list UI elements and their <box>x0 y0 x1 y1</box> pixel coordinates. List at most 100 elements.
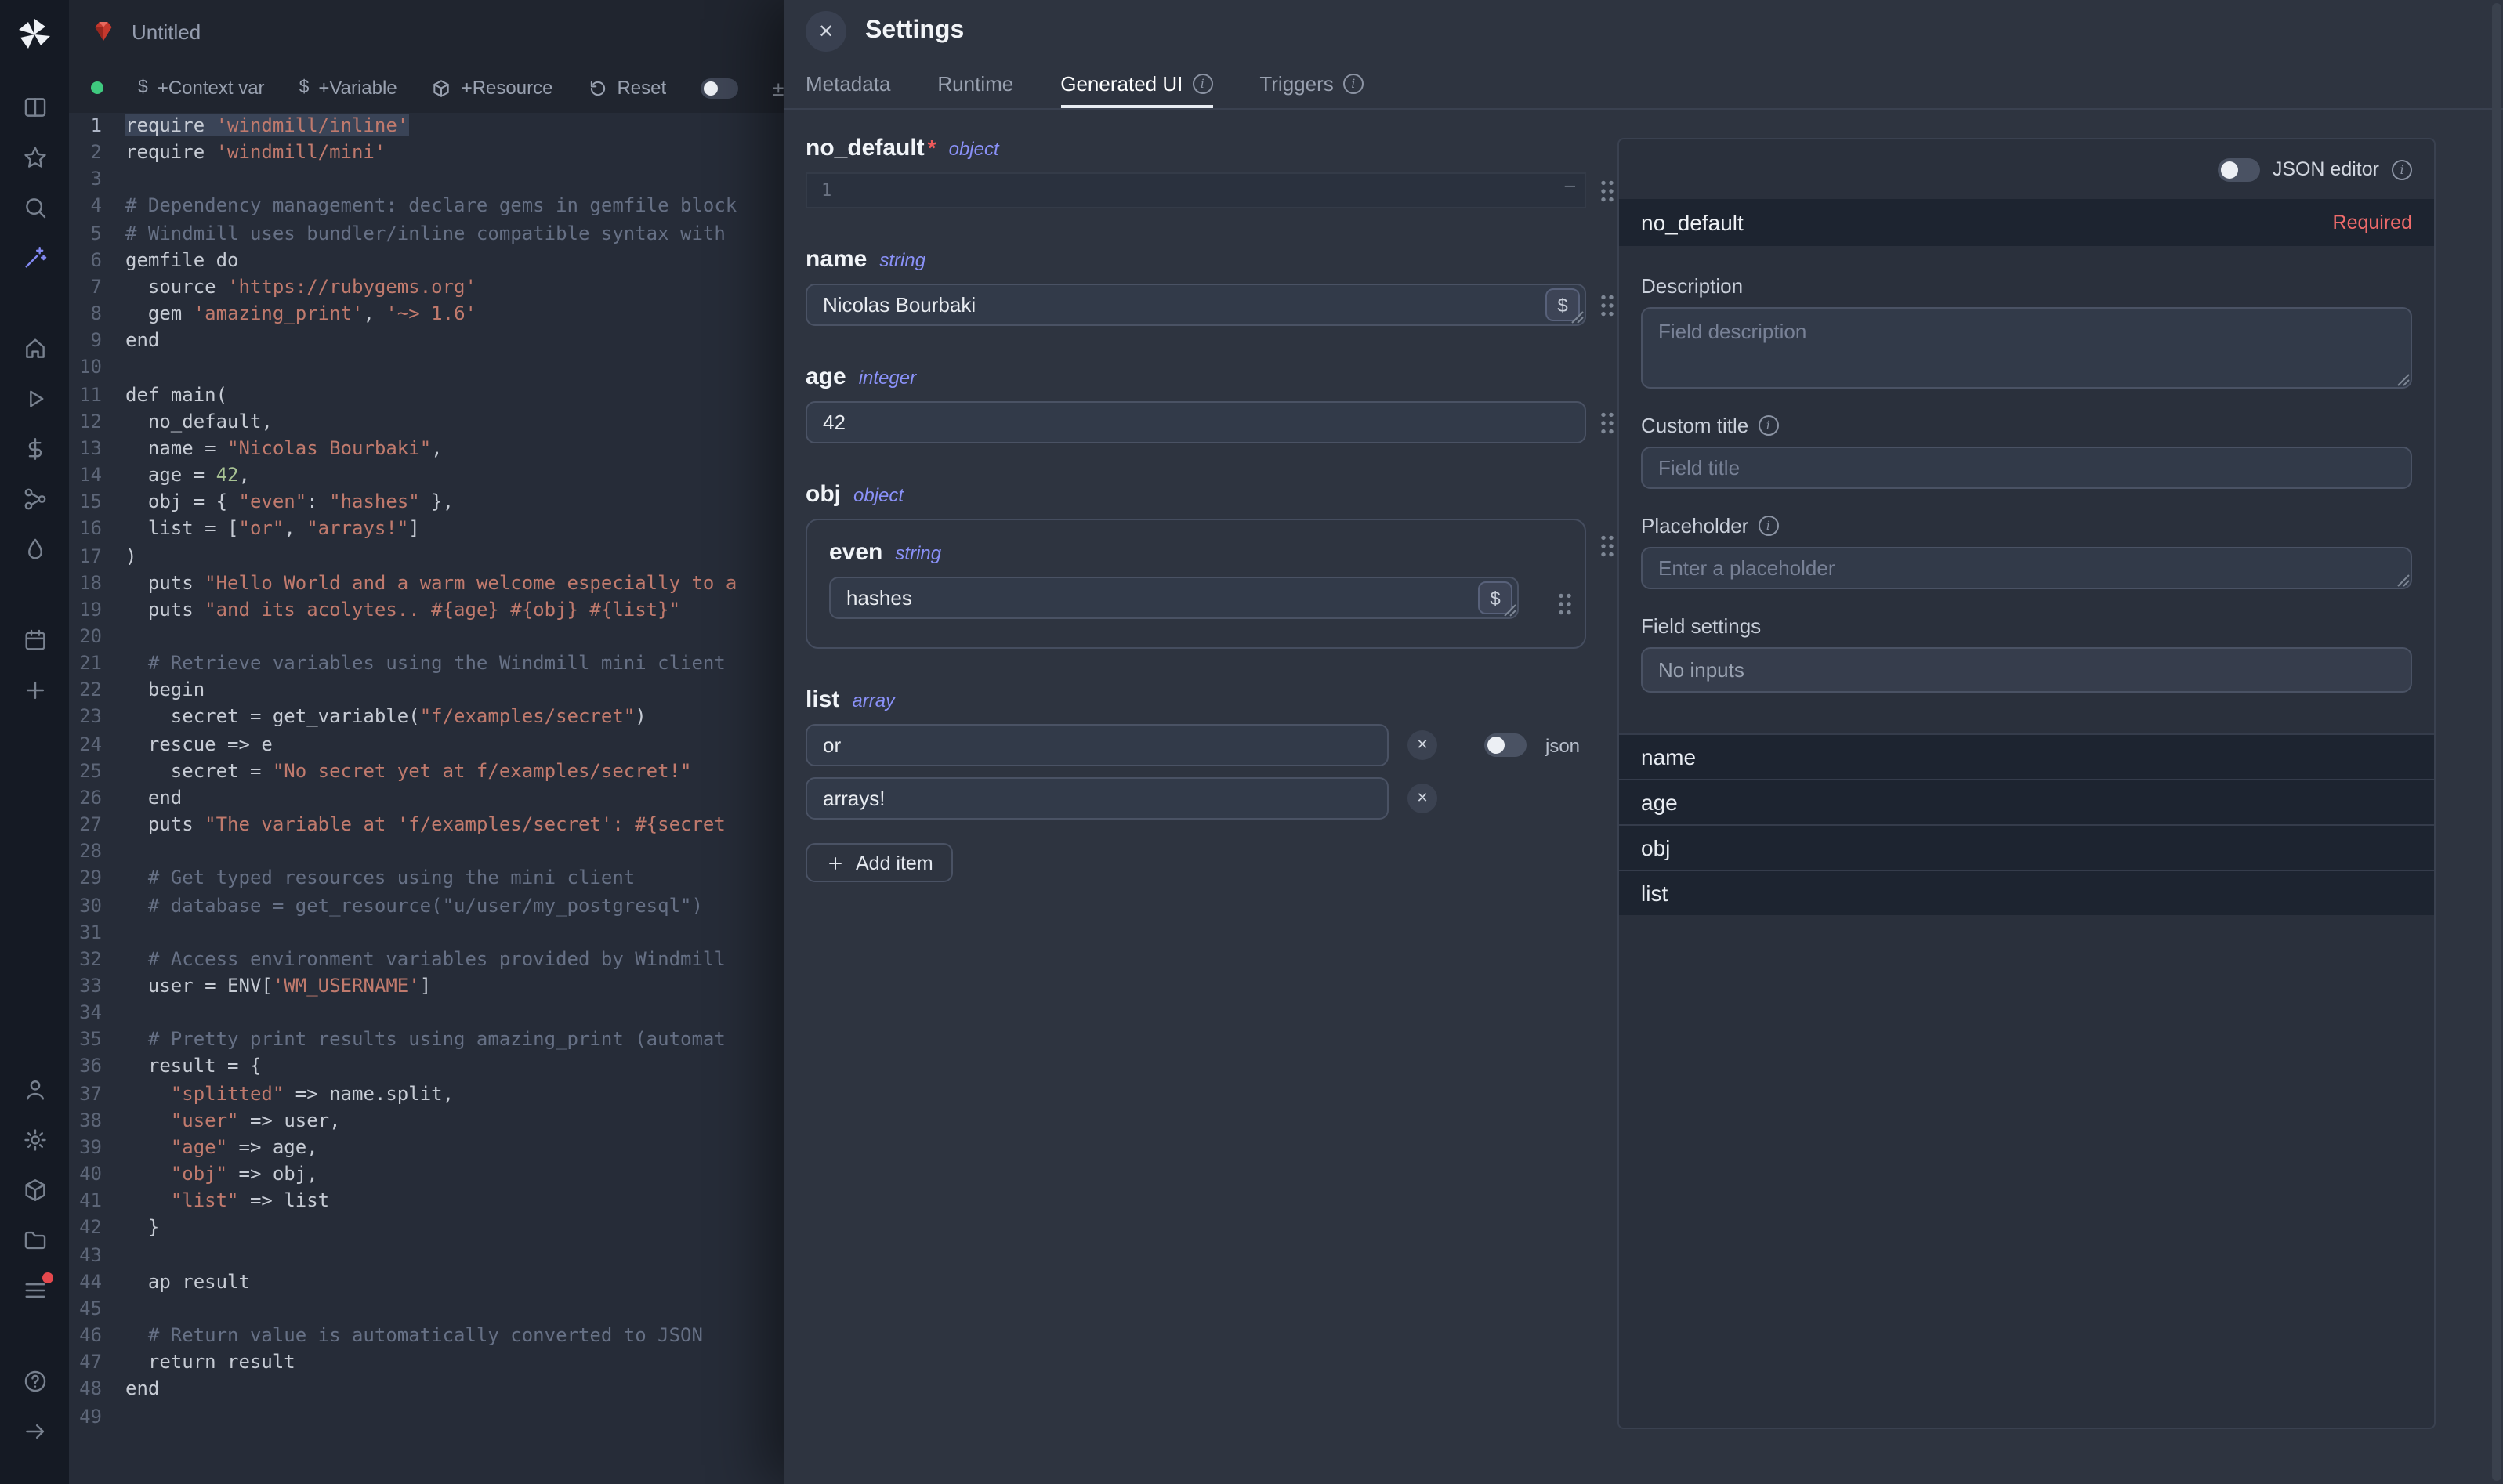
remove-item-button[interactable]: ✕ <box>1407 730 1437 760</box>
package-icon[interactable] <box>0 1164 69 1214</box>
json-mode-toggle[interactable] <box>1484 733 1527 757</box>
list-item-input[interactable] <box>806 777 1389 820</box>
info-icon[interactable]: i <box>1758 516 1778 536</box>
code-text: gemfile do <box>125 248 239 274</box>
code-text: source 'https://rubygems.org' <box>125 274 476 301</box>
description-input[interactable] <box>1641 307 2412 389</box>
editor-line-number: 1 <box>807 180 831 201</box>
gear-icon[interactable] <box>0 1114 69 1164</box>
field-list: nameageobjlist <box>1619 733 2434 915</box>
tab-runtime[interactable]: Runtime <box>937 63 1013 108</box>
drag-handle[interactable] <box>1600 411 1614 434</box>
line-number: 41 <box>69 1189 125 1215</box>
info-icon[interactable]: i <box>1758 415 1778 436</box>
line-number: 15 <box>69 489 125 516</box>
add-context-var-button[interactable]: $ +Context var <box>138 77 265 99</box>
resize-corner[interactable] <box>1570 310 1585 324</box>
add-variable-button[interactable]: $ +Variable <box>299 77 397 99</box>
info-icon[interactable]: i <box>1192 74 1212 94</box>
list-item-input[interactable] <box>806 724 1389 766</box>
code-text: # Pretty print results using amazing_pri… <box>125 1027 726 1054</box>
reset-button[interactable]: Reset <box>587 77 666 99</box>
sidebar-bottom-icons <box>0 1064 69 1484</box>
field-name: age <box>806 364 846 390</box>
field-settings-value: No inputs <box>1641 647 2412 693</box>
line-number: 9 <box>69 328 125 355</box>
name-input[interactable] <box>806 284 1586 326</box>
dollar-icon[interactable] <box>0 423 69 473</box>
add-item-button[interactable]: Add item <box>806 843 954 882</box>
code-text: # Retrieve variables using the Windmill … <box>125 650 726 677</box>
custom-title-label: Custom title <box>1641 414 1748 437</box>
resize-corner[interactable] <box>1503 603 1517 617</box>
field-obj: obj object even string $ <box>806 481 1586 649</box>
drag-handle[interactable] <box>1600 293 1614 317</box>
dollar-icon: $ <box>138 78 148 97</box>
line-number: 31 <box>69 919 125 946</box>
droplet-icon[interactable] <box>0 523 69 574</box>
info-icon[interactable]: i <box>2392 159 2412 179</box>
remove-item-button[interactable]: ✕ <box>1407 784 1437 813</box>
code-text: } <box>125 1215 159 1242</box>
panel-row-age[interactable]: age <box>1619 779 2434 824</box>
modal-scrollbar[interactable] <box>2492 3 2501 1481</box>
drag-handle[interactable] <box>1600 534 1614 558</box>
user-icon[interactable] <box>0 1064 69 1114</box>
arrow-right-icon[interactable] <box>0 1406 69 1456</box>
code-text: "obj" => obj, <box>125 1161 318 1188</box>
star-icon[interactable] <box>0 132 69 182</box>
graph-icon[interactable] <box>0 473 69 523</box>
resize-corner[interactable] <box>2396 373 2411 387</box>
help-icon[interactable] <box>0 1356 69 1406</box>
tab-triggers[interactable]: Triggersi <box>1259 63 1363 108</box>
add-resource-button[interactable]: +Resource <box>432 77 553 99</box>
line-number: 1 <box>69 113 125 139</box>
json-editor-label: JSON editor <box>2273 158 2379 180</box>
notification-dot <box>42 1272 53 1283</box>
script-title-input[interactable] <box>132 20 649 43</box>
age-input[interactable] <box>806 401 1586 443</box>
placeholder-input[interactable] <box>1641 547 2412 589</box>
tab-metadata[interactable]: Metadata <box>806 63 890 108</box>
line-number: 21 <box>69 650 125 677</box>
panels-icon[interactable] <box>0 81 69 132</box>
home-icon[interactable] <box>0 323 69 373</box>
line-number: 23 <box>69 704 125 731</box>
drag-handle[interactable] <box>1558 592 1572 616</box>
collapse-icon[interactable]: — <box>1565 176 1575 196</box>
plus-icon[interactable] <box>0 664 69 715</box>
selected-field-row[interactable]: no_default Required <box>1619 199 2434 246</box>
panel-row-list[interactable]: list <box>1619 870 2434 915</box>
no-default-json-input[interactable]: 1 — <box>806 172 1586 208</box>
field-name: even <box>829 539 882 566</box>
diff-toggle[interactable] <box>701 78 738 98</box>
code-text: require 'windmill/mini' <box>125 139 386 166</box>
folder-icon[interactable] <box>0 1214 69 1265</box>
field-settings-panel: JSON editor i no_default Required Descri… <box>1617 138 2436 1429</box>
code-text: age = 42, <box>125 462 250 489</box>
line-number: 44 <box>69 1269 125 1295</box>
panel-row-name[interactable]: name <box>1619 733 2434 779</box>
calendar-icon[interactable] <box>0 614 69 664</box>
panel-row-obj[interactable]: obj <box>1619 824 2434 870</box>
line-number: 17 <box>69 543 125 570</box>
json-editor-toggle[interactable] <box>2218 157 2260 181</box>
field-type: integer <box>859 367 916 389</box>
close-button[interactable]: ✕ <box>806 11 846 52</box>
close-icon: ✕ <box>1416 737 1428 754</box>
code-text: def main( <box>125 382 227 408</box>
magic-wand-icon[interactable] <box>0 232 69 282</box>
windmill-logo[interactable] <box>0 0 69 69</box>
tab-generated-ui[interactable]: Generated UIi <box>1060 63 1212 108</box>
resize-corner[interactable] <box>2396 574 2411 588</box>
even-input[interactable] <box>829 577 1519 619</box>
menu-icon[interactable] <box>0 1265 69 1315</box>
play-icon[interactable] <box>0 373 69 423</box>
search-icon[interactable] <box>0 182 69 232</box>
custom-title-input[interactable] <box>1641 447 2412 489</box>
drag-handle[interactable] <box>1600 179 1614 202</box>
info-icon[interactable]: i <box>1343 74 1364 94</box>
field-name: no_default <box>806 135 925 161</box>
sidebar <box>0 0 69 1484</box>
field-list: list array ✕ json <box>806 686 1586 882</box>
